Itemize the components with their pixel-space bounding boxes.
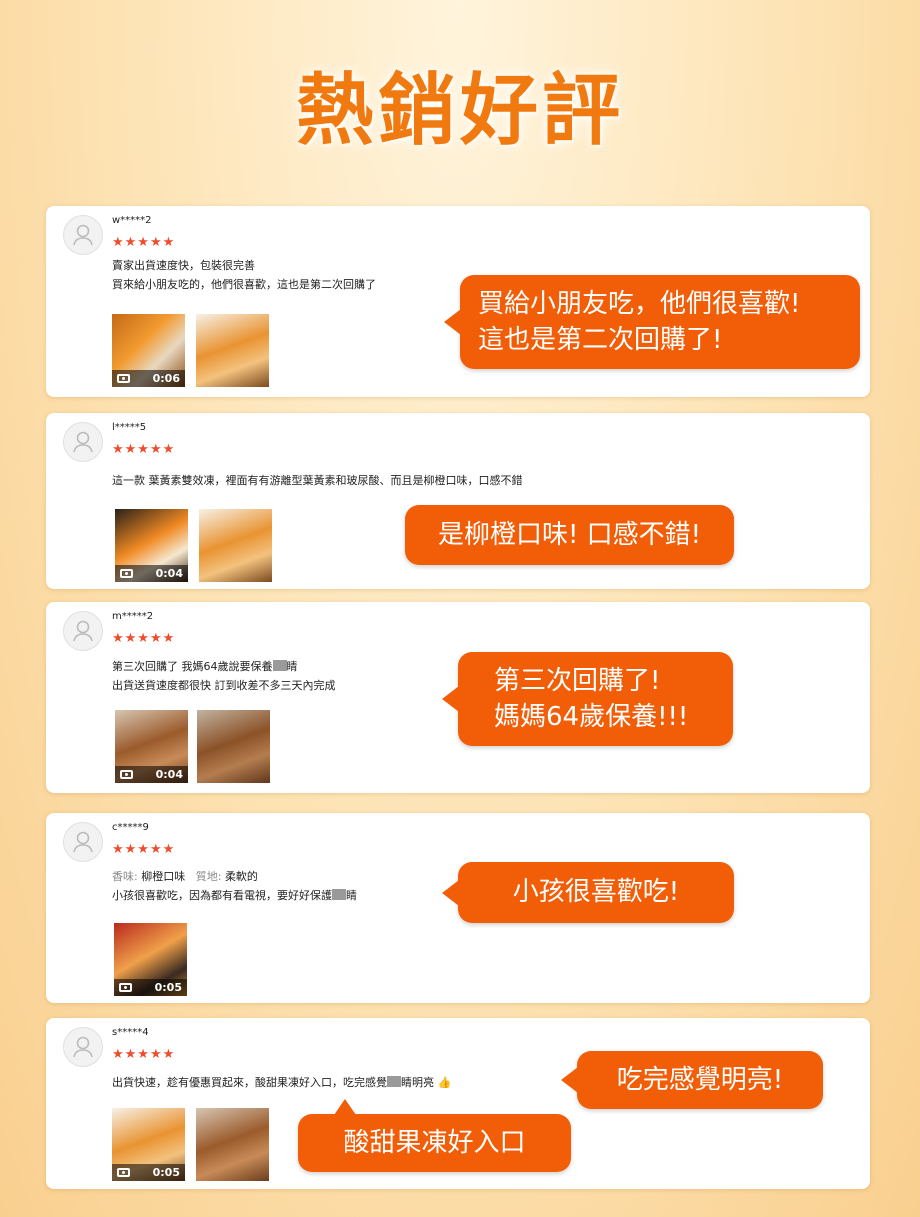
star-rating: ★★★★★ [112,1047,176,1062]
redacted-text [387,1076,401,1087]
reviewer-name: l*****5 [112,422,147,433]
review-text: 出貨快速，趁有優惠買起來，酸甜果凍好入口，吃完感覺 睛明亮 👍 [112,1076,452,1089]
callout-bubble: 是柳橙口味! 口感不錯! [405,505,734,565]
user-icon [73,831,93,853]
callout-bubble: 小孩很喜歡吃! [442,862,734,923]
avatar[interactable] [63,611,103,651]
review-photo-thumbnail[interactable] [196,1108,269,1181]
reviewer-name: w*****2 [112,215,152,226]
avatar[interactable] [63,215,103,255]
review-photo-thumbnail[interactable] [197,710,270,783]
video-camera-icon [120,569,133,578]
user-icon [73,224,93,246]
avatar[interactable] [63,1027,103,1067]
review-video-thumbnail[interactable]: 0:04 [115,509,188,582]
video-camera-icon [117,374,130,383]
reviewer-name: c*****9 [112,822,149,833]
review-card: s*****4 ★★★★★ 出貨快速，趁有優惠買起來，酸甜果凍好入口，吃完感覺睛… [46,1018,870,1189]
review-video-thumbnail[interactable]: 0:06 [112,314,185,387]
review-photo-thumbnail[interactable] [199,509,272,582]
review-video-thumbnail[interactable]: 0:04 [115,710,188,783]
review-video-thumbnail[interactable]: 0:05 [114,923,187,996]
avatar[interactable] [63,422,103,462]
review-text: 第三次回購了 我媽64歲說要保養睛 出貨送貨速度都很快 訂到收差不多三天內完成 [112,660,336,692]
review-video-thumbnail[interactable]: 0:05 [112,1108,185,1181]
video-camera-icon [119,983,132,992]
review-text: 賣家出貨速度快，包裝很完善 買來給小朋友吃的，他們很喜歡，這也是第二次回購了 [112,259,376,291]
reviewer-name: m*****2 [112,611,154,622]
callout-bubble: 買給小朋友吃，他們很喜歡! 這也是第二次回購了! [444,275,860,369]
redacted-text [272,660,287,671]
review-text: 這一款 葉黃素雙效凍，裡面有有游離型葉黃素和玻尿酸、而且是柳橙口味，口感不錯 [112,474,523,487]
review-card: w*****2 ★★★★★ 賣家出貨速度快，包裝很完善 買來給小朋友吃的，他們很… [46,206,870,397]
user-icon [73,1036,93,1058]
callout-bubble: 吃完感覺明亮! [561,1051,823,1109]
reviewer-name: s*****4 [112,1027,149,1038]
user-icon [73,620,93,642]
callout-bubble: 酸甜果凍好入口 [298,1099,571,1172]
video-camera-icon [117,1168,130,1177]
callout-bubble: 第三次回購了! 媽媽64歲保養!!! [442,652,733,746]
star-rating: ★★★★★ [112,235,176,250]
star-rating: ★★★★★ [112,842,176,857]
star-rating: ★★★★★ [112,442,176,457]
star-rating: ★★★★★ [112,631,176,646]
review-card: l*****5 ★★★★★ 這一款 葉黃素雙效凍，裡面有有游離型葉黃素和玻尿酸、… [46,413,870,589]
review-card: m*****2 ★★★★★ 第三次回購了 我媽64歲說要保養睛 出貨送貨速度都很… [46,602,870,793]
redacted-text [332,889,346,900]
user-icon [73,431,93,453]
video-camera-icon [120,770,133,779]
avatar[interactable] [63,822,103,862]
review-photo-thumbnail[interactable] [196,314,269,387]
review-card: c*****9 ★★★★★ 香味: 柳橙口味 質地: 柔軟的 小孩很喜歡吃，因為… [46,813,870,1003]
thumbs-up-icon: 👍 [437,1076,452,1089]
review-text: 香味: 柳橙口味 質地: 柔軟的 小孩很喜歡吃，因為都有看電視，要好好保護睛 [112,870,357,902]
page-title: 熱銷好評 [295,65,624,156]
